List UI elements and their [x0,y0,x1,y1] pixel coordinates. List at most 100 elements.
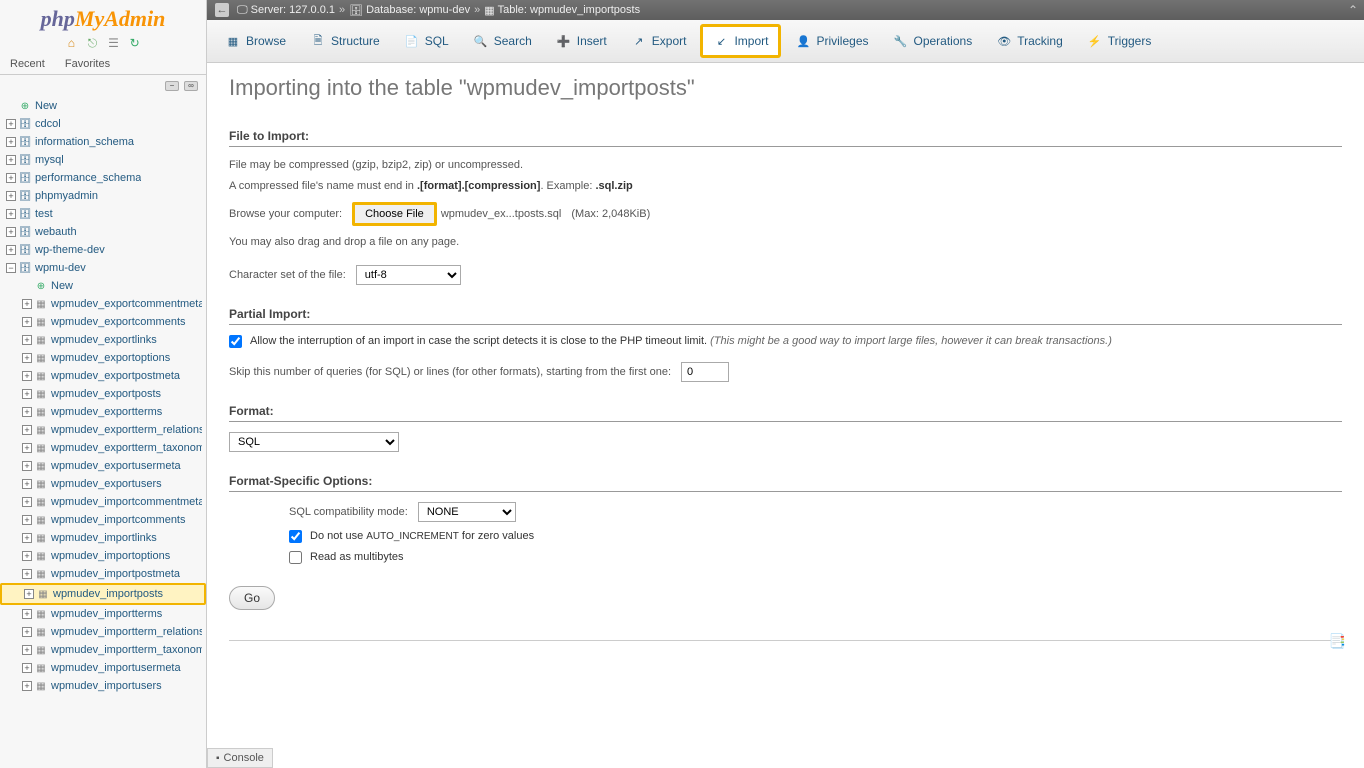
tree-db-cdcol[interactable]: +🗄cdcol [0,115,206,133]
console-toggle[interactable]: ▪Console [207,748,273,768]
compat-mode-select[interactable]: NONE [418,502,516,522]
tree-table-wpmudev_importusermeta[interactable]: +▦wpmudev_importusermeta [0,659,206,677]
nav-insert[interactable]: ➕Insert [546,24,617,58]
bc-table[interactable]: Table: wpmudev_importposts [498,4,640,16]
allow-interruption-checkbox[interactable] [229,335,242,348]
tree-toggle-icon[interactable]: + [22,497,32,507]
nav-triggers[interactable]: ⚡Triggers [1077,24,1162,58]
tree-toggle-icon[interactable]: + [6,155,16,165]
tree-toggle-icon[interactable]: + [22,425,32,435]
tree-db-webauth[interactable]: +🗄webauth [0,223,206,241]
nav-sql[interactable]: 📄SQL [394,24,459,58]
tree-toggle-icon[interactable]: + [22,389,32,399]
tree-toggle-icon[interactable]: + [22,335,32,345]
tree-table-wpmudev_exportposts[interactable]: +▦wpmudev_exportposts [0,385,206,403]
tree-table-wpmudev_importterm_taxonomy[interactable]: +▦wpmudev_importterm_taxonomy [0,641,206,659]
tree-table-wpmudev_exportusermeta[interactable]: +▦wpmudev_exportusermeta [0,457,206,475]
tree-toggle-icon[interactable]: + [6,209,16,219]
bc-server[interactable]: Server: 127.0.0.1 [251,4,335,16]
tree-toggle-icon[interactable]: + [6,173,16,183]
multibytes-checkbox[interactable] [289,551,302,564]
tree-toggle-icon[interactable]: + [22,371,32,381]
link-icon[interactable]: ∞ [184,81,198,91]
tree-toggle-icon[interactable]: + [22,461,32,471]
tree-table-wpmudev_importterms[interactable]: +▦wpmudev_importterms [0,605,206,623]
tree-toggle-icon[interactable]: + [22,353,32,363]
tree-toggle-icon[interactable]: + [6,227,16,237]
logout-icon[interactable]: ⎋ [85,36,99,50]
tree-table-wpmudev_importcomments[interactable]: +▦wpmudev_importcomments [0,511,206,529]
tree-table-wpmudev_importlinks[interactable]: +▦wpmudev_importlinks [0,529,206,547]
charset-select[interactable]: utf-8 [356,265,461,285]
tree-toggle-icon[interactable]: + [22,645,32,655]
tree-table-wpmudev_exportcommentmeta[interactable]: +▦wpmudev_exportcommentmeta [0,295,206,313]
tree-table-wpmudev_importposts[interactable]: +▦wpmudev_importposts [0,583,206,605]
tree-table-wpmudev_exportcomments[interactable]: +▦wpmudev_exportcomments [0,313,206,331]
skip-queries-input[interactable] [681,362,729,382]
tree-toggle-icon[interactable]: + [22,515,32,525]
tree-toggle-icon[interactable]: + [22,533,32,543]
tree-toggle-icon[interactable]: + [6,119,16,129]
nav-import[interactable]: ↙Import [700,24,781,58]
bc-database[interactable]: Database: wpmu-dev [366,4,470,16]
tree-toggle-icon[interactable]: + [22,317,32,327]
tree-toggle-icon[interactable]: − [6,263,16,273]
collapse-all-icon[interactable]: − [165,81,179,91]
tree-db-information_schema[interactable]: +🗄information_schema [0,133,206,151]
back-icon[interactable]: ← [215,3,229,17]
autoincrement-checkbox[interactable] [289,530,302,543]
tree-db-wp-theme-dev[interactable]: +🗄wp-theme-dev [0,241,206,259]
tree-toggle-icon[interactable]: + [22,443,32,453]
nav-operations[interactable]: 🔧Operations [883,24,983,58]
tree-toggle-icon[interactable]: + [22,609,32,619]
tree-db-phpmyadmin[interactable]: +🗄phpmyadmin [0,187,206,205]
tree-table-wpmudev_exportpostmeta[interactable]: +▦wpmudev_exportpostmeta [0,367,206,385]
format-select[interactable]: SQL [229,432,399,452]
nav-tracking[interactable]: 👁Tracking [986,24,1073,58]
tree-db-test[interactable]: +🗄test [0,205,206,223]
nav-structure[interactable]: 🗎Structure [300,24,390,58]
tree-table-wpmudev_importcommentmeta[interactable]: +▦wpmudev_importcommentmeta [0,493,206,511]
tree-toggle-icon[interactable]: + [24,589,34,599]
tab-favorites[interactable]: Favorites [55,54,120,74]
tree-toggle-icon[interactable]: + [22,299,32,309]
tree-table-wpmudev_exportusers[interactable]: +▦wpmudev_exportusers [0,475,206,493]
bookmark-icon[interactable]: 📑 [1329,633,1346,650]
tab-recent[interactable]: Recent [0,54,55,74]
nav-privileges[interactable]: 👤Privileges [785,24,878,58]
collapse-breadcrumb-icon[interactable]: ⌃ [1348,3,1358,17]
choose-file-button[interactable]: Choose File [352,202,437,226]
tree-toggle-icon[interactable]: + [22,627,32,637]
tree-table-wpmudev_importpostmeta[interactable]: +▦wpmudev_importpostmeta [0,565,206,583]
tree-toggle-icon[interactable]: + [6,245,16,255]
nav-browse[interactable]: ▦Browse [215,24,296,58]
tree-new-db[interactable]: ⊕New [0,97,206,115]
go-button[interactable]: Go [229,586,275,610]
docs-icon[interactable]: ☰ [107,36,121,50]
tree-toggle-icon[interactable]: + [22,551,32,561]
tree-table-wpmudev_exportterms[interactable]: +▦wpmudev_exportterms [0,403,206,421]
nav-search[interactable]: 🔍Search [463,24,542,58]
tree-table-wpmudev_importusers[interactable]: +▦wpmudev_importusers [0,677,206,695]
tree-table-wpmudev_exportterm_relationships[interactable]: +▦wpmudev_exportterm_relationships [0,421,206,439]
tree-toggle-icon[interactable]: + [22,479,32,489]
nav-export[interactable]: ↗Export [621,24,697,58]
tree-table-wpmudev_importterm_relationships[interactable]: +▦wpmudev_importterm_relationships [0,623,206,641]
tree-toggle-icon[interactable]: + [6,191,16,201]
tree-table-wpmudev_exportterm_taxonomy[interactable]: +▦wpmudev_exportterm_taxonomy [0,439,206,457]
home-icon[interactable]: ⌂ [64,36,78,50]
tree-db-mysql[interactable]: +🗄mysql [0,151,206,169]
refresh-icon[interactable]: ↻ [128,36,142,50]
tree-db-wpmu-dev[interactable]: −🗄wpmu-dev [0,259,206,277]
tree-table-wpmudev_exportlinks[interactable]: +▦wpmudev_exportlinks [0,331,206,349]
tree-table-wpmudev_importoptions[interactable]: +▦wpmudev_importoptions [0,547,206,565]
tree-toggle-icon[interactable]: + [6,137,16,147]
logo[interactable]: phpMyAdmin [0,0,206,34]
tree-new-table[interactable]: ⊕New [0,277,206,295]
tree-toggle-icon[interactable]: + [22,681,32,691]
tree-table-wpmudev_exportoptions[interactable]: +▦wpmudev_exportoptions [0,349,206,367]
tree-toggle-icon[interactable]: + [22,407,32,417]
tree-db-performance_schema[interactable]: +🗄performance_schema [0,169,206,187]
tree-toggle-icon[interactable]: + [22,569,32,579]
tree-toggle-icon[interactable]: + [22,663,32,673]
